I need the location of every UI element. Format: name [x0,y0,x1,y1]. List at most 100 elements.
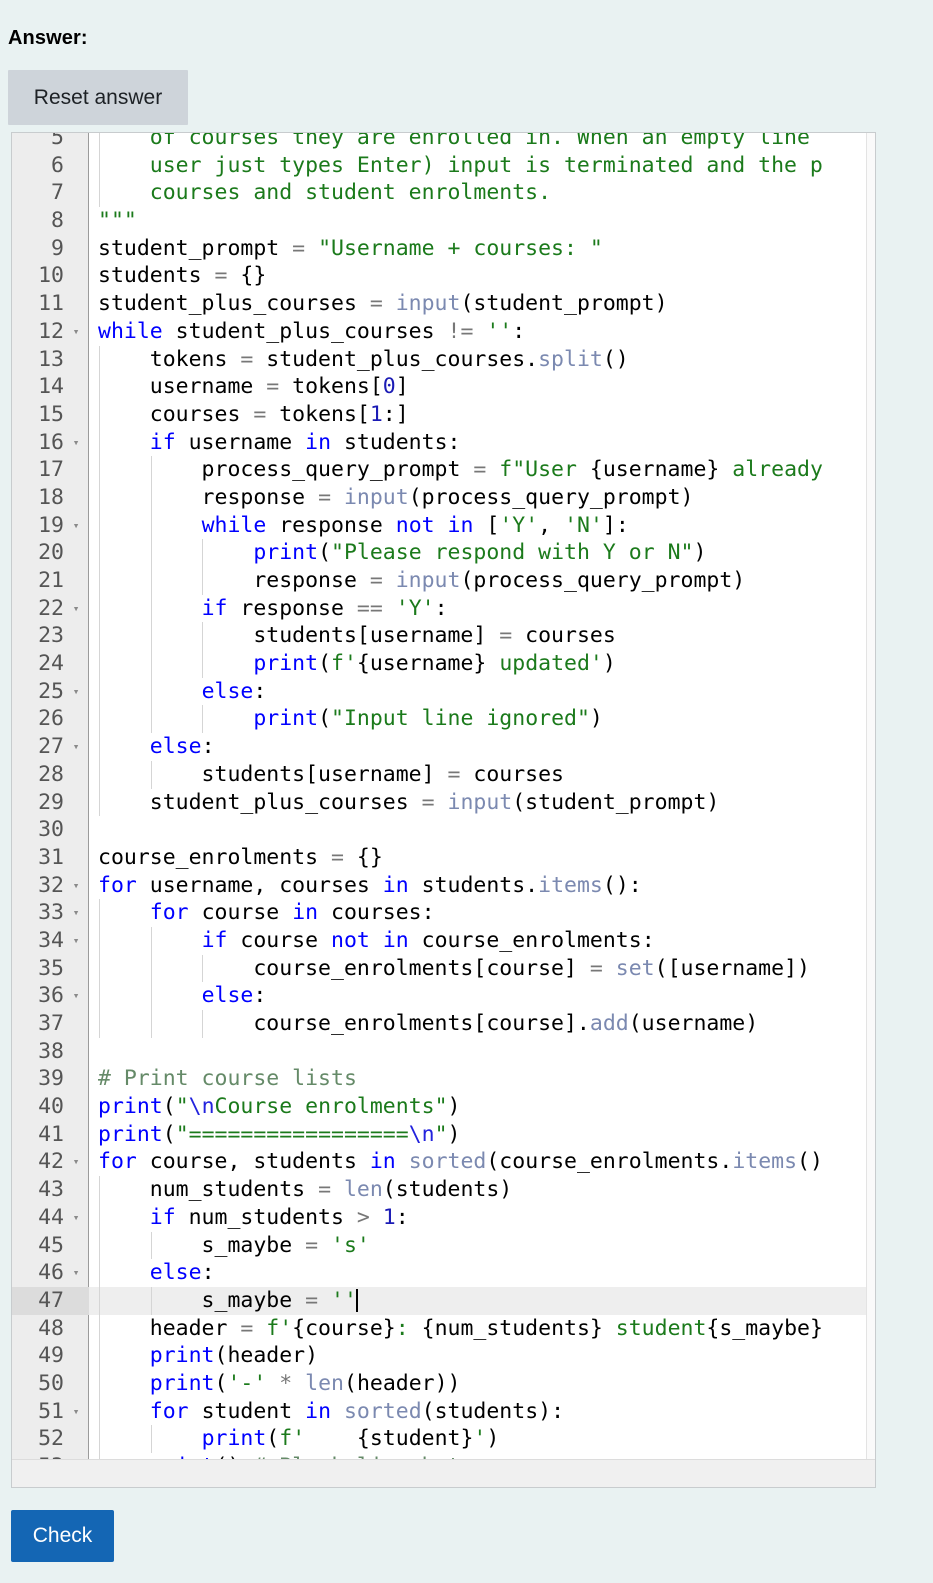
fold-toggle-icon[interactable]: ▾ [70,899,82,927]
editor-vertical-scrollbar[interactable] [866,133,875,1459]
fold-toggle-icon[interactable]: ▾ [70,512,82,540]
line-number: 41 [38,1121,64,1147]
code-line[interactable]: 39 # Print course lists [12,1065,875,1093]
code-line[interactable]: 12 ▾ while student_plus_courses != '': [12,318,875,346]
code-line[interactable]: 45 s_maybe = 's' [12,1231,875,1260]
code-line[interactable]: 30 [12,816,875,844]
code-line[interactable]: 31 course_enrolments = {} [12,844,875,872]
code-line[interactable]: 22 ▾ if response == 'Y': [12,594,875,623]
code-line[interactable]: 17 process_query_prompt = f"User {userna… [12,456,875,484]
fold-toggle-icon[interactable]: ▾ [70,982,82,1010]
fold-toggle-icon[interactable]: ▾ [70,872,82,900]
code-token: input [395,568,461,593]
code-line[interactable]: 8 """ [12,207,875,235]
code-line[interactable]: 25 ▾ else: [12,677,875,706]
code-token: s_maybe [98,1287,306,1313]
check-button[interactable]: Check [11,1510,114,1562]
code-line[interactable]: 50 print('-' * len(header)) [12,1369,875,1398]
code-line[interactable]: 26 print("Input line ignored") [12,705,875,734]
line-number: 40 [38,1094,64,1120]
fold-toggle-icon[interactable]: ▾ [70,1259,82,1287]
fold-toggle-icon[interactable]: ▾ [70,318,82,346]
code-line[interactable]: 46 ▾ else: [12,1259,875,1287]
code-token: if [201,595,228,621]
editor-horizontal-scrollbar[interactable] [12,1459,875,1487]
code-line[interactable]: 28 students[username] = courses [12,760,875,789]
code-line[interactable]: 49 print(header) [12,1342,875,1370]
code-line[interactable]: 18 response = input(process_query_prompt… [12,483,875,512]
code-token: header [98,1315,241,1341]
code-line[interactable]: 20 print("Please respond with Y or N") [12,539,875,567]
fold-toggle-icon[interactable]: ▾ [70,429,82,457]
code-line[interactable]: 19 ▾ while response not in ['Y', 'N']: [12,511,875,540]
code-line[interactable]: 36 ▾ else: [12,982,875,1010]
code-line[interactable]: 15 courses = tokens[1:] [12,400,875,429]
line-number: 14 [38,374,64,400]
code-line[interactable]: 48 header = f'{course}: {num_students} s… [12,1314,875,1343]
code-line[interactable]: 43 num_students = len(students) [12,1176,875,1204]
code-token: ( [318,540,332,566]
code-line[interactable]: 27 ▾ else: [12,733,875,761]
code-line[interactable]: 9 student_prompt = "Username + courses: " [12,235,875,263]
editor-scroll-area[interactable]: 5 of courses they are enrolled in. When … [12,133,875,1459]
code-line[interactable]: 10 students = {} [12,262,875,290]
code-token: == [356,595,396,621]
code-token: process_query_prompt [98,457,474,483]
code-line[interactable]: 37 course_enrolments[course].add(usernam… [12,1010,875,1038]
code-editor-panel[interactable]: 5 of courses they are enrolled in. When … [11,132,876,1488]
code-token: student_plus_courses [162,318,448,344]
code-token: , [538,512,565,538]
code-line[interactable]: 51 ▾ for student in sorted(students): [12,1397,875,1426]
line-number: 23 [38,623,64,649]
code-line[interactable]: 6 user just types Enter) input is termin… [12,151,875,180]
line-number: 19 [38,512,64,538]
code-token: = [253,401,280,427]
code-line[interactable]: 11 student_plus_courses = input(student_p… [12,290,875,318]
code-token: student_plus_courses [98,789,422,815]
code-token: course [227,927,332,953]
code-line[interactable]: 21 response = input(process_query_prompt… [12,567,875,595]
code-line[interactable]: 35 course_enrolments[course] = set([user… [12,954,875,983]
code-token: [ [473,512,500,538]
fold-toggle-icon[interactable]: ▾ [70,595,82,623]
reset-answer-button[interactable]: Reset answer [8,70,188,125]
code-line[interactable]: 44 ▾ if num_students > 1: [12,1203,875,1232]
code-line[interactable]: 52 print(f' {student}') [12,1425,875,1453]
code-line[interactable]: 29 student_plus_courses = input(student_… [12,788,875,817]
line-number: 49 [38,1343,64,1369]
fold-toggle-icon[interactable]: ▾ [70,1148,82,1176]
fold-toggle-icon[interactable]: ▾ [70,1398,82,1426]
code-line[interactable]: 40 print("\nCourse enrolments") [12,1093,875,1121]
code-token: input [343,484,409,510]
line-number: 37 [38,1011,64,1036]
code-line[interactable]: 32 ▾ for username, courses in students.ite… [12,872,875,900]
code-line[interactable]: 33 ▾ for course in courses: [12,899,875,927]
page-title: Answer: [8,27,88,49]
code-line[interactable]: 23 students[username] = courses [12,622,875,651]
code-text: print("Please respond with Y or N") [98,539,706,567]
code-lines[interactable]: 5 of courses they are enrolled in. When … [12,133,875,1459]
code-line[interactable]: 16 ▾ if username in students: [12,428,875,457]
code-line[interactable]: 41 print("=================\n") [12,1121,875,1149]
code-token: tokens [98,346,241,372]
code-line[interactable]: 5 of courses they are enrolled in. When … [12,133,875,152]
line-number: 52 [38,1426,64,1452]
fold-toggle-icon[interactable]: ▾ [70,927,82,955]
code-line[interactable]: 47 s_maybe = '' [12,1286,875,1315]
code-line[interactable]: 34 ▾ if course not in course_enrolments: [12,926,875,955]
code-token: in [369,1149,396,1175]
code-line[interactable]: 42 ▾ for course, students in sorted(course… [12,1148,875,1176]
code-token: set [615,955,655,981]
code-line[interactable]: 14 username = tokens[0] [12,373,875,401]
fold-toggle-icon[interactable]: ▾ [70,678,82,706]
code-token: : [512,318,526,344]
code-line[interactable]: 38 [12,1038,875,1066]
code-token: (students): [421,1398,565,1424]
code-line[interactable]: 24 print(f'{username} updated') [12,650,875,678]
code-line[interactable]: 13 tokens = student_plus_courses.split() [12,345,875,374]
code-text: tokens = student_plus_courses.split() [98,346,629,374]
code-line[interactable]: 7 courses and student enrolments. [12,179,875,208]
fold-toggle-icon[interactable]: ▾ [70,1204,82,1232]
code-text: user just types Enter) input is terminat… [98,152,823,180]
fold-toggle-icon[interactable]: ▾ [70,733,82,761]
